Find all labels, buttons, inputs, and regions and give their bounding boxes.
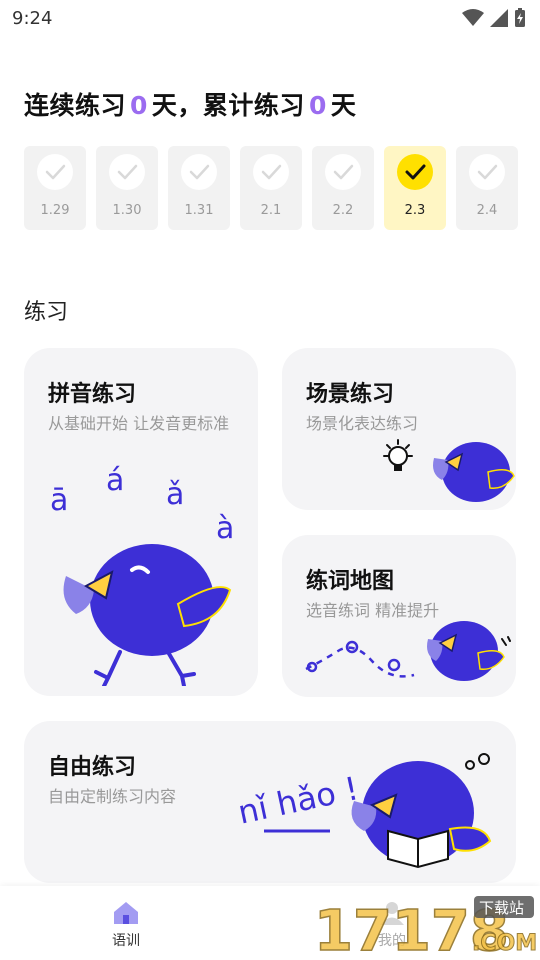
tone-a2: á xyxy=(106,463,124,498)
card-subtitle: 自由定制练习内容 xyxy=(48,787,177,806)
day-card[interactable]: 2.4 xyxy=(456,146,518,230)
battery-icon xyxy=(515,8,525,27)
status-time: 9:24 xyxy=(12,8,53,29)
day-label: 2.3 xyxy=(404,203,426,218)
check-icon xyxy=(181,154,217,190)
streak-days-count: 0 xyxy=(130,91,148,120)
lightbulb-icon xyxy=(383,439,413,471)
day-label: 1.31 xyxy=(184,203,214,218)
free-practice-card[interactable]: 自由练习 自由定制练习内容 nǐ hǎo ! xyxy=(24,721,516,883)
streak-suffix: 天 xyxy=(330,91,357,120)
card-title: 拼音练习 xyxy=(48,382,137,407)
bird-illustration xyxy=(433,442,515,502)
tone-a1: ā xyxy=(50,483,68,518)
card-title: 自由练习 xyxy=(48,755,137,780)
day-card[interactable]: 2.1 xyxy=(240,146,302,230)
tone-a3: ǎ xyxy=(166,477,184,512)
status-icons xyxy=(462,8,526,28)
word-map-card[interactable]: 练词地图 选音练词 精准提升 xyxy=(282,535,516,697)
nav-home[interactable]: 语训 xyxy=(112,900,140,950)
nihao-text: nǐ hǎo ! xyxy=(235,769,362,831)
day-label: 2.4 xyxy=(476,203,498,218)
watermark-tag: 下载站 xyxy=(479,899,524,917)
status-bar: 9:24 xyxy=(0,0,540,36)
day-label: 2.2 xyxy=(332,203,354,218)
check-icon xyxy=(325,154,361,190)
day-label: 1.30 xyxy=(112,203,142,218)
check-icon xyxy=(253,154,289,190)
day-card-today[interactable]: 2.3 xyxy=(384,146,446,230)
path-doodle xyxy=(305,640,415,678)
watermark-suffix: .COM xyxy=(472,931,537,956)
check-icon xyxy=(397,154,433,190)
check-icon xyxy=(37,154,73,190)
streak-middle: 天，累计练习 xyxy=(151,91,305,120)
pinyin-practice-card[interactable]: 拼音练习 从基础开始 让发音更标准 ā á ǎ à xyxy=(24,348,258,696)
check-icon xyxy=(469,154,505,190)
day-card[interactable]: 1.30 xyxy=(96,146,158,230)
site-watermark-logo: 17178 下载站 .COM xyxy=(313,896,538,958)
check-icon xyxy=(109,154,145,190)
bird-reading-illustration xyxy=(351,753,492,869)
streak-prefix: 连续练习 xyxy=(24,91,127,120)
bird-illustration xyxy=(63,544,232,686)
signal-icon xyxy=(490,9,508,27)
nav-home-label: 语训 xyxy=(112,933,140,949)
section-title: 练习 xyxy=(24,300,69,325)
card-subtitle: 场景化表达练习 xyxy=(306,414,419,433)
card-subtitle: 选音练词 精准提升 xyxy=(306,601,440,620)
wifi-icon xyxy=(462,9,484,26)
card-title: 练词地图 xyxy=(306,569,395,594)
day-card[interactable]: 2.2 xyxy=(312,146,374,230)
streak-summary: 连续练习 0 天，累计练习 0 天 xyxy=(24,86,356,122)
total-days-count: 0 xyxy=(308,91,327,120)
day-card[interactable]: 1.29 xyxy=(24,146,86,230)
card-subtitle: 从基础开始 让发音更标准 xyxy=(48,414,230,433)
scene-practice-card[interactable]: 场景练习 场景化表达练习 xyxy=(282,348,516,510)
day-label: 2.1 xyxy=(260,203,282,218)
card-title: 场景练习 xyxy=(306,382,395,407)
home-icon xyxy=(114,902,138,924)
checkin-calendar: 1.29 1.30 1.31 2.1 2.2 2.3 2.4 xyxy=(24,146,518,230)
day-label: 1.29 xyxy=(40,203,70,218)
bird-illustration xyxy=(427,621,511,681)
day-card[interactable]: 1.31 xyxy=(168,146,230,230)
